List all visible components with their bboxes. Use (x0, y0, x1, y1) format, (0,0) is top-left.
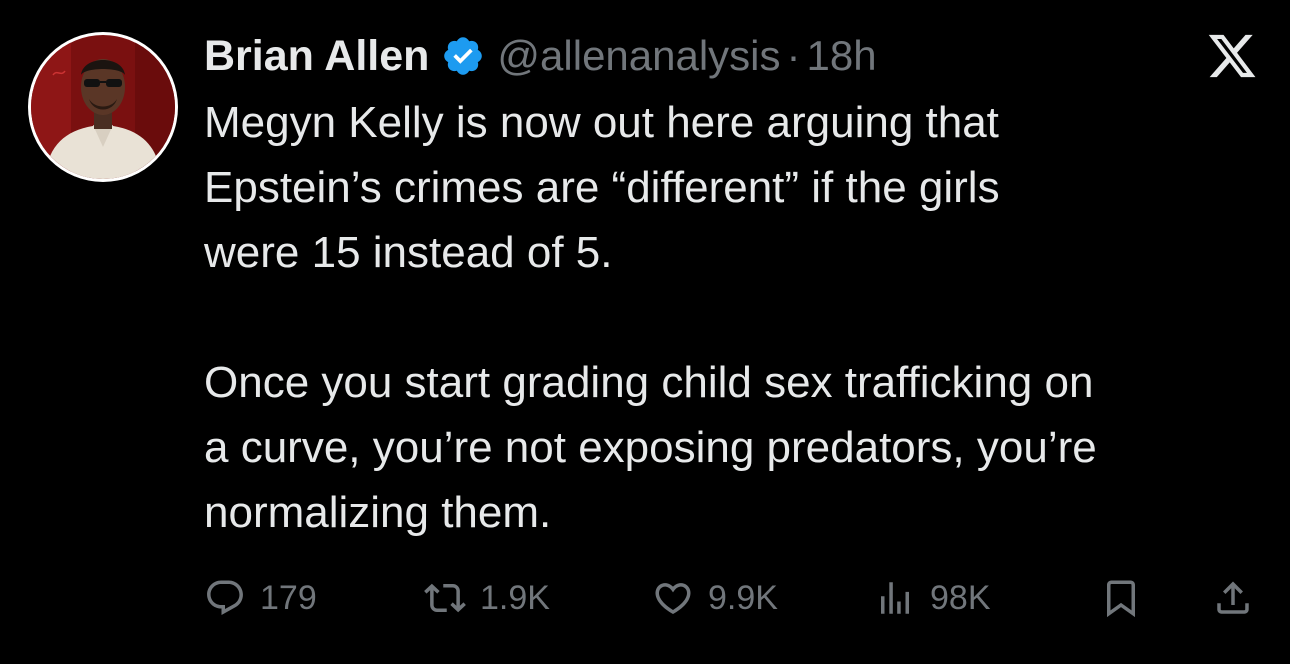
tweet-paragraph-1: Megyn Kelly is now out here arguing that… (204, 98, 1000, 277)
timestamp[interactable]: 18h (807, 32, 877, 80)
views-button[interactable]: 98K (874, 570, 991, 626)
views-count: 98K (930, 578, 991, 617)
views-chart-icon (881, 582, 909, 614)
like-count: 9.9K (708, 578, 778, 617)
reply-bubble-icon (207, 580, 243, 615)
display-name[interactable]: Brian Allen (204, 32, 429, 81)
repost-count: 1.9K (480, 578, 550, 617)
tweet-card: Brian Allen @allenanalysis · 18h Megyn K… (0, 0, 1290, 664)
user-handle[interactable]: @allenanalysis (497, 32, 780, 80)
avatar[interactable] (28, 32, 178, 182)
verified-badge-icon (441, 34, 485, 78)
heart-icon (655, 583, 691, 615)
share-icon (1217, 581, 1249, 614)
tweet-header: Brian Allen @allenanalysis · 18h (204, 30, 877, 82)
repost-icon (424, 583, 466, 613)
reply-count: 179 (260, 578, 317, 617)
share-button[interactable] (1212, 570, 1254, 626)
x-logo-icon[interactable] (1206, 30, 1258, 82)
like-button[interactable]: 9.9K (652, 570, 778, 626)
bookmark-icon (1107, 580, 1135, 618)
tweet-text: Megyn Kelly is now out here arguing that… (204, 90, 1274, 545)
repost-button[interactable]: 1.9K (424, 570, 550, 626)
reply-button[interactable]: 179 (204, 570, 317, 626)
tweet-paragraph-2: Once you start grading child sex traffic… (204, 358, 1097, 537)
separator-dot: · (786, 32, 801, 79)
avatar-photo-icon (31, 35, 175, 179)
bookmark-button[interactable] (1100, 570, 1142, 626)
action-bar: 179 1.9K 9.9K 98K (0, 570, 1290, 626)
